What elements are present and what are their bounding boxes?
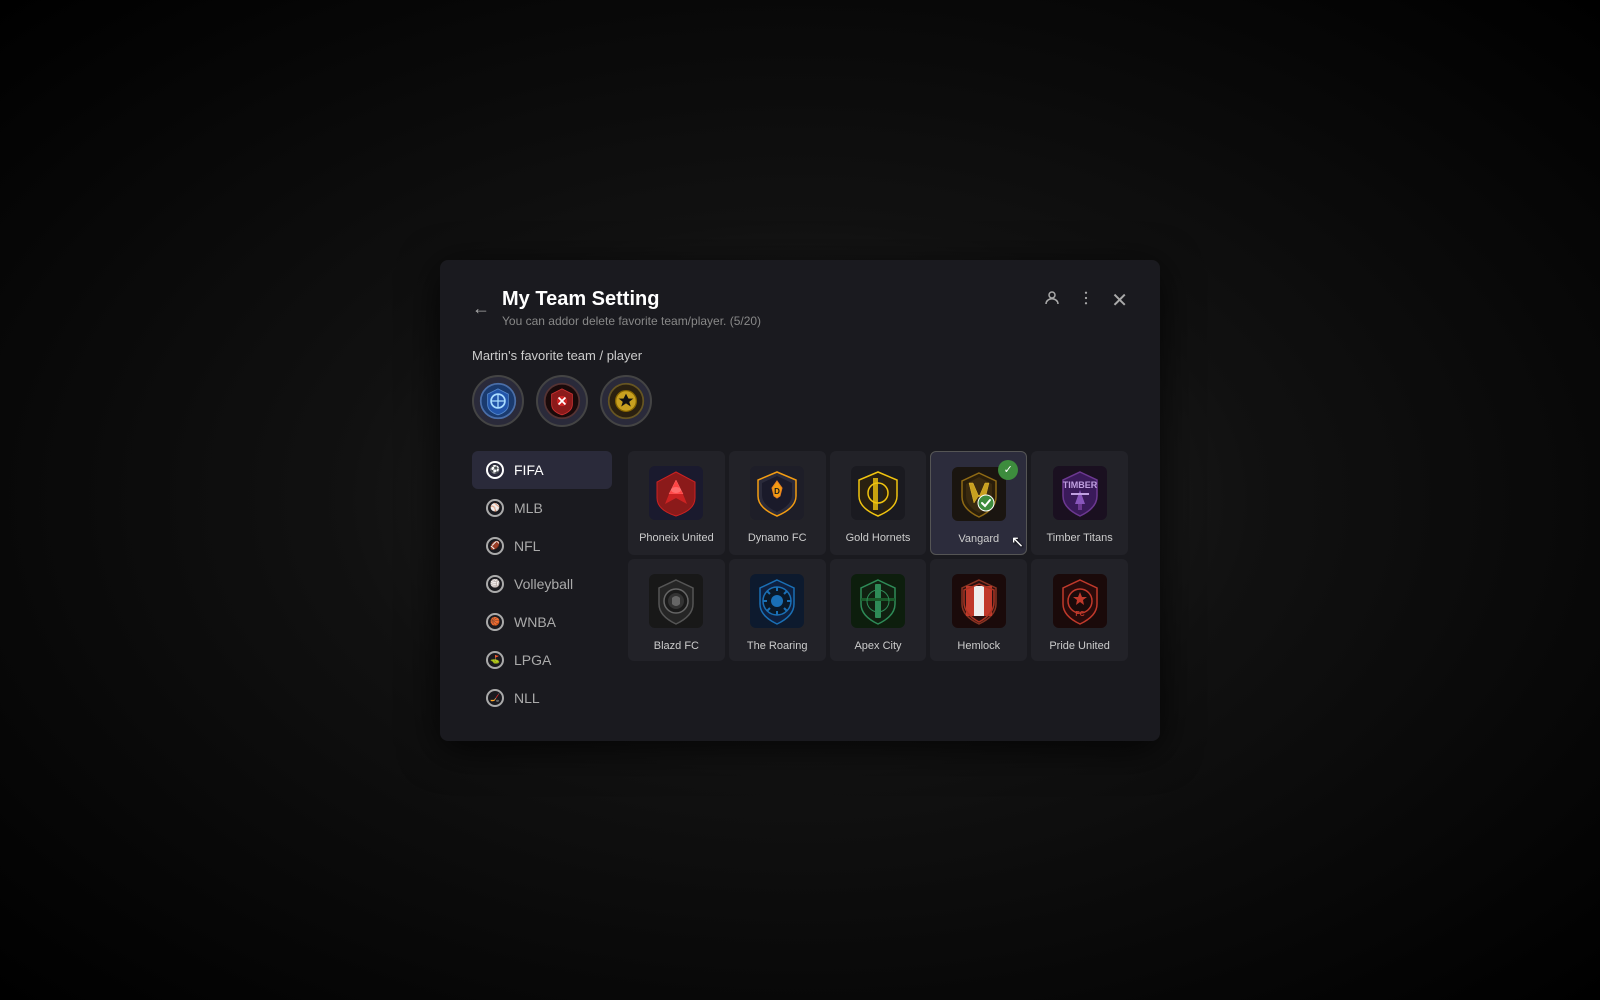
fifa-icon: ⚽ xyxy=(486,461,504,479)
title-area: ← My Team Setting You can addor delete f… xyxy=(472,288,761,328)
svg-text:D: D xyxy=(774,487,780,496)
team-card-gold-hornets[interactable]: Gold Hornets xyxy=(830,451,927,555)
team-name-pride-united: Pride United xyxy=(1049,639,1110,653)
more-options-icon[interactable] xyxy=(1077,289,1095,312)
dialog-actions: ✕ xyxy=(1043,288,1128,313)
team-name-vangard: Vangard xyxy=(958,532,999,546)
team-card-dynamo-fc[interactable]: D Dynamo FC xyxy=(729,451,826,555)
team-name-the-roaring: The Roaring xyxy=(747,639,808,653)
team-logo-gold-hornets xyxy=(848,463,908,523)
favorite-team-2[interactable] xyxy=(536,375,588,427)
team-logo-timber-titans: TIMBER xyxy=(1050,463,1110,523)
team-logo-apex-city xyxy=(848,571,908,631)
dialog-title: My Team Setting xyxy=(502,288,761,311)
dialog-subtitle: You can addor delete favorite team/playe… xyxy=(502,314,761,328)
selected-check-vangard: ✓ xyxy=(998,460,1018,480)
team-card-hemlock[interactable]: Hemlock xyxy=(930,559,1027,661)
team-logo-pride-united: FC xyxy=(1050,571,1110,631)
svg-text:TIMBER: TIMBER xyxy=(1062,480,1097,490)
my-team-setting-dialog: ← My Team Setting You can addor delete f… xyxy=(440,260,1160,741)
team-logo-the-roaring xyxy=(747,571,807,631)
team-card-the-roaring[interactable]: The Roaring xyxy=(729,559,826,661)
section-label: Martin's favorite team / player xyxy=(472,348,1128,363)
mlb-icon: ⚾ xyxy=(486,499,504,517)
teams-grid: Phoneix United D Dynamo F xyxy=(628,451,1128,662)
team-card-timber-titans[interactable]: TIMBER Timber Titans xyxy=(1031,451,1128,555)
team-name-blazd-fc: Blazd FC xyxy=(654,639,699,653)
sidebar-label-lpga: LPGA xyxy=(514,652,551,668)
team-logo-phoneix-united xyxy=(646,463,706,523)
nll-icon: 🏒 xyxy=(486,689,504,707)
sidebar-label-volleyball: Volleyball xyxy=(514,576,573,592)
dialog-header: ← My Team Setting You can addor delete f… xyxy=(472,288,1128,328)
favorite-team-3[interactable] xyxy=(600,375,652,427)
team-card-pride-united[interactable]: FC Pride United xyxy=(1031,559,1128,661)
sidebar-item-nll[interactable]: 🏒 NLL xyxy=(472,679,612,717)
close-button[interactable]: ✕ xyxy=(1111,288,1128,313)
sidebar-item-wnba[interactable]: 🏀 WNBA xyxy=(472,603,612,641)
nfl-icon: 🏈 xyxy=(486,537,504,555)
sidebar-item-mlb[interactable]: ⚾ MLB xyxy=(472,489,612,527)
back-button[interactable]: ← xyxy=(472,298,490,319)
favorite-team-1[interactable] xyxy=(472,375,524,427)
sidebar-label-fifa: FIFA xyxy=(514,462,544,478)
sidebar-label-wnba: WNBA xyxy=(514,614,556,630)
sidebar-label-mlb: MLB xyxy=(514,500,543,516)
favorites-row xyxy=(472,375,1128,427)
sidebar-label-nll: NLL xyxy=(514,690,540,706)
team-card-vangard[interactable]: ✓ Vangard xyxy=(930,451,1027,555)
wnba-icon: 🏀 xyxy=(486,613,504,631)
title-text-area: My Team Setting You can addor delete fav… xyxy=(502,288,761,328)
team-logo-hemlock xyxy=(949,571,1009,631)
sidebar-item-fifa[interactable]: ⚽ FIFA xyxy=(472,451,612,489)
team-card-blazd-fc[interactable]: Blazd FC xyxy=(628,559,725,661)
team-name-dynamo-fc: Dynamo FC xyxy=(748,531,807,545)
sidebar-item-lpga[interactable]: ⛳ LPGA xyxy=(472,641,612,679)
sidebar-item-volleyball[interactable]: 🏐 Volleyball xyxy=(472,565,612,603)
content-area: ⚽ FIFA ⚾ MLB 🏈 NFL 🏐 Volleyball 🏀 WNBA ⛳ xyxy=(472,451,1128,717)
mouse-cursor: ↖ xyxy=(1011,532,1024,552)
sidebar-label-nfl: NFL xyxy=(514,538,540,554)
teams-grid-area: Phoneix United D Dynamo F xyxy=(612,451,1128,717)
team-name-gold-hornets: Gold Hornets xyxy=(846,531,911,545)
team-card-apex-city[interactable]: Apex City xyxy=(830,559,927,661)
team-logo-dynamo-fc: D xyxy=(747,463,807,523)
user-icon[interactable] xyxy=(1043,289,1061,312)
team-name-phoneix-united: Phoneix United xyxy=(639,531,714,545)
team-logo-blazd-fc xyxy=(646,571,706,631)
sidebar-item-nfl[interactable]: 🏈 NFL xyxy=(472,527,612,565)
team-card-phoneix-united[interactable]: Phoneix United xyxy=(628,451,725,555)
team-name-hemlock: Hemlock xyxy=(957,639,1000,653)
sports-sidebar: ⚽ FIFA ⚾ MLB 🏈 NFL 🏐 Volleyball 🏀 WNBA ⛳ xyxy=(472,451,612,717)
volleyball-icon: 🏐 xyxy=(486,575,504,593)
lpga-icon: ⛳ xyxy=(486,651,504,669)
team-name-apex-city: Apex City xyxy=(854,639,901,653)
svg-text:FC: FC xyxy=(1075,611,1084,618)
team-name-timber-titans: Timber Titans xyxy=(1046,531,1112,545)
